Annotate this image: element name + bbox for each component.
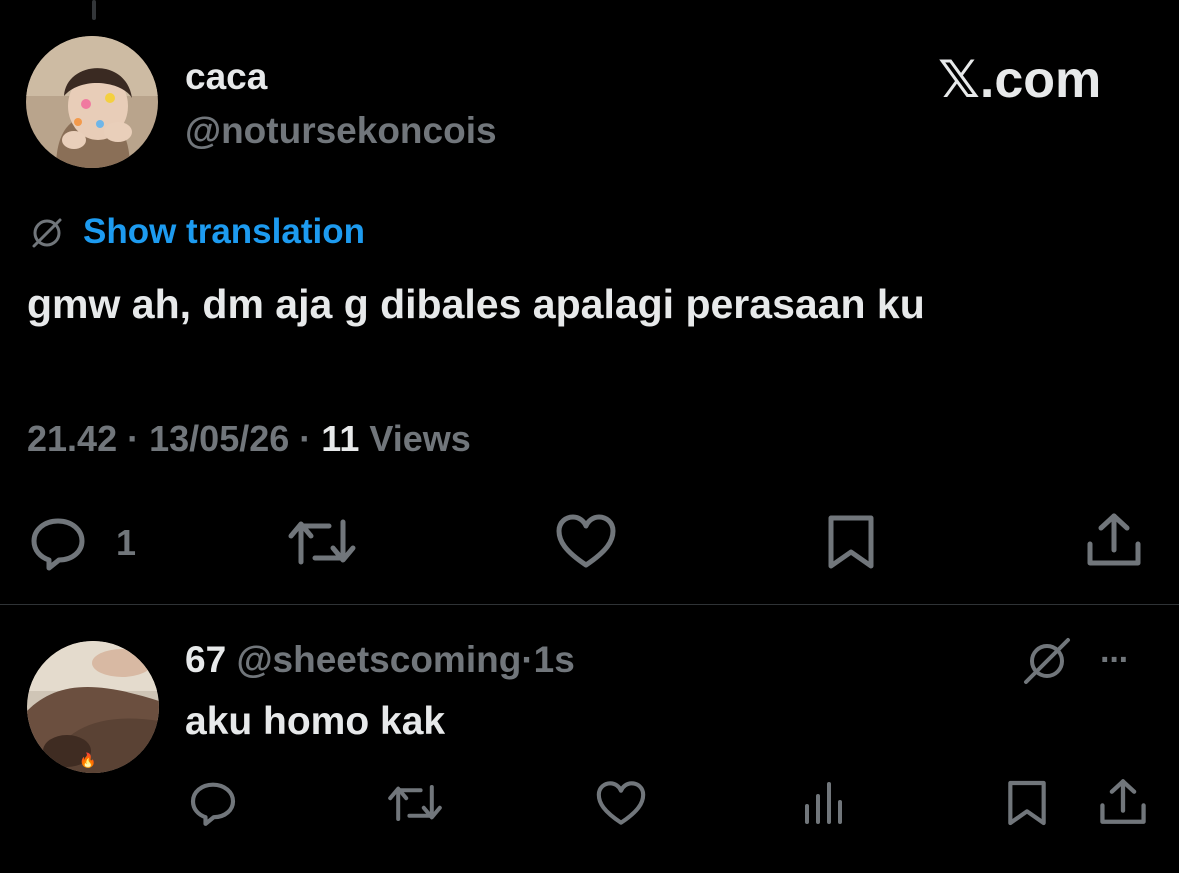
tweet-meta: 21.42 · 13/05/26 · 11 Views	[27, 418, 471, 460]
reply-author-name[interactable]: 67	[185, 639, 226, 680]
show-translation-link[interactable]: Show translation	[83, 212, 365, 252]
reply-bookmark-button[interactable]	[1005, 778, 1049, 828]
translate-icon	[28, 214, 66, 252]
reply-reply-button[interactable]	[188, 778, 238, 828]
grok-icon	[1024, 638, 1070, 684]
tweet-date[interactable]: 13/05/26	[149, 418, 289, 459]
thread-connector-line	[92, 0, 96, 20]
like-icon	[596, 781, 646, 825]
svg-text:🔥: 🔥	[79, 752, 96, 769]
bookmark-icon	[828, 515, 874, 569]
reply-views-button[interactable]	[803, 782, 847, 824]
reply-button[interactable]	[28, 513, 88, 573]
like-icon	[556, 514, 616, 568]
views-label: Views	[369, 418, 471, 459]
author-name[interactable]: caca	[185, 56, 267, 98]
meta-separator: ·	[299, 418, 312, 459]
like-button[interactable]	[555, 513, 617, 569]
reply-share-button[interactable]	[1098, 778, 1148, 826]
retweet-icon	[388, 785, 442, 821]
divider	[0, 604, 1179, 605]
more-button[interactable]: ···	[1100, 640, 1130, 680]
reply-header: 67 @sheetscoming·1s	[185, 638, 575, 682]
author-handle[interactable]: @notursekoncois	[185, 110, 497, 152]
share-icon	[1087, 513, 1141, 566]
retweet-button[interactable]	[287, 512, 357, 572]
reply-separator: ·	[521, 639, 534, 680]
retweet-icon	[288, 519, 356, 565]
tweet-time[interactable]: 21.42	[27, 418, 117, 459]
reply-icon	[190, 782, 236, 826]
brand-watermark: 𝕏.com	[938, 51, 1102, 109]
reply-author-avatar[interactable]: 🔥	[27, 641, 159, 773]
tweet-text: gmw ah, dm aja g dibales apalagi perasaa…	[27, 281, 925, 327]
reply-retweet-button[interactable]	[386, 779, 444, 827]
meta-separator: ·	[127, 418, 140, 459]
reply-icon	[31, 518, 85, 571]
grok-button[interactable]	[1020, 636, 1074, 686]
reply-text: aku homo kak	[185, 700, 446, 743]
views-icon	[805, 782, 842, 824]
author-avatar[interactable]	[26, 36, 158, 168]
reply-like-button[interactable]	[595, 780, 647, 826]
bookmark-icon	[1008, 780, 1046, 826]
views-count: 11	[321, 418, 360, 459]
share-icon	[1100, 779, 1146, 824]
bookmark-button[interactable]	[825, 512, 877, 572]
reply-count: 1	[116, 522, 137, 563]
share-button[interactable]	[1085, 512, 1143, 568]
reply-author-handle[interactable]: @sheetscoming	[236, 639, 521, 680]
reply-time[interactable]: 1s	[534, 639, 575, 680]
